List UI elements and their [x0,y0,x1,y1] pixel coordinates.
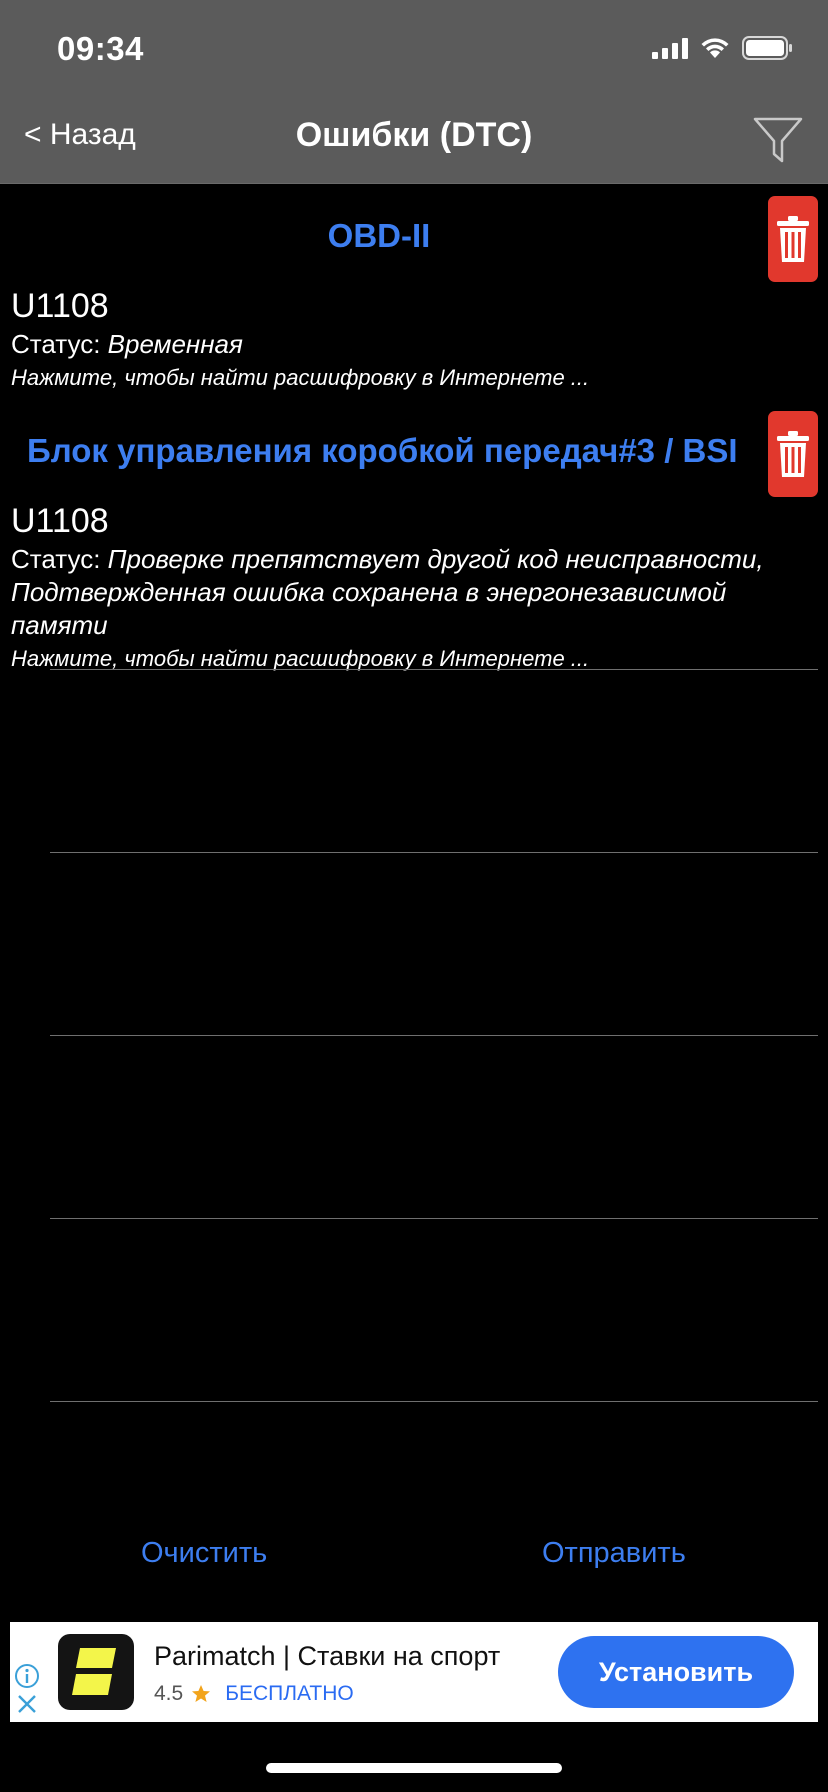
filter-icon [753,117,803,163]
dtc-item[interactable]: U1108 Статус: Проверке препятствует друг… [0,501,828,674]
cellular-signal-icon [652,37,688,59]
dtc-list: OBD-II U1108 Статус: Временная Нажмите, … [0,184,828,674]
ad-price: БЕСПЛАТНО [225,1682,354,1705]
ad-subtitle: 4.5 БЕСПЛАТНО [154,1682,354,1706]
trash-icon [777,216,809,262]
info-icon[interactable] [14,1663,40,1689]
search-hint-link[interactable]: Нажмите, чтобы найти расшифровку в Интер… [11,363,828,393]
delete-button[interactable] [768,196,818,282]
page-title: Ошибки (DTC) [295,116,533,154]
status-time: 09:34 [57,30,144,67]
status-value: Временная [107,329,243,359]
empty-row [50,1401,818,1402]
status-label: Статус: [11,329,101,359]
wifi-icon [701,38,729,58]
dtc-section-obd: OBD-II U1108 Статус: Временная Нажмите, … [0,184,828,393]
dtc-code: U1108 [11,287,109,325]
empty-row [50,1035,818,1218]
status-value: Проверке препятствует другой код неиспра… [11,544,764,640]
send-button[interactable]: Отправить [542,1537,686,1570]
dtc-status: Статус: Временная [11,328,828,361]
ad-banner[interactable]: Parimatch | Ставки на спорт 4.5 БЕСПЛАТН… [10,1622,818,1722]
dtc-section-gearbox: Блок управления коробкой передач#3 / BSI… [0,399,828,674]
battery-icon [742,36,792,60]
dtc-item[interactable]: U1108 Статус: Временная Нажмите, чтобы н… [0,286,828,393]
close-icon[interactable] [16,1693,38,1715]
empty-row [50,669,818,852]
empty-rows [50,669,818,1402]
status-label: Статус: [11,544,101,574]
star-icon [192,1685,211,1702]
status-icons [652,36,794,60]
top-bar: 09:34 < Назад Ошибки (DTC) [0,0,828,184]
trash-icon [777,431,809,477]
parimatch-logo-icon [72,1648,116,1695]
delete-button[interactable] [768,411,818,497]
empty-row [50,852,818,1035]
dtc-code: U1108 [11,502,109,540]
section-header: Блок управления коробкой передач#3 / BSI [27,432,738,469]
empty-row [50,1218,818,1401]
ad-app-logo [58,1634,134,1710]
dtc-status: Статус: Проверке препятствует другой код… [11,543,828,642]
filter-button[interactable] [752,114,804,166]
back-button[interactable]: < Назад [24,118,136,152]
section-header: OBD-II [327,217,431,254]
install-button[interactable]: Установить [558,1636,794,1708]
ad-rating: 4.5 [154,1682,184,1705]
ad-title: Parimatch | Ставки на спорт [154,1641,501,1671]
clear-button[interactable]: Очистить [141,1537,267,1570]
home-indicator[interactable] [266,1763,562,1773]
